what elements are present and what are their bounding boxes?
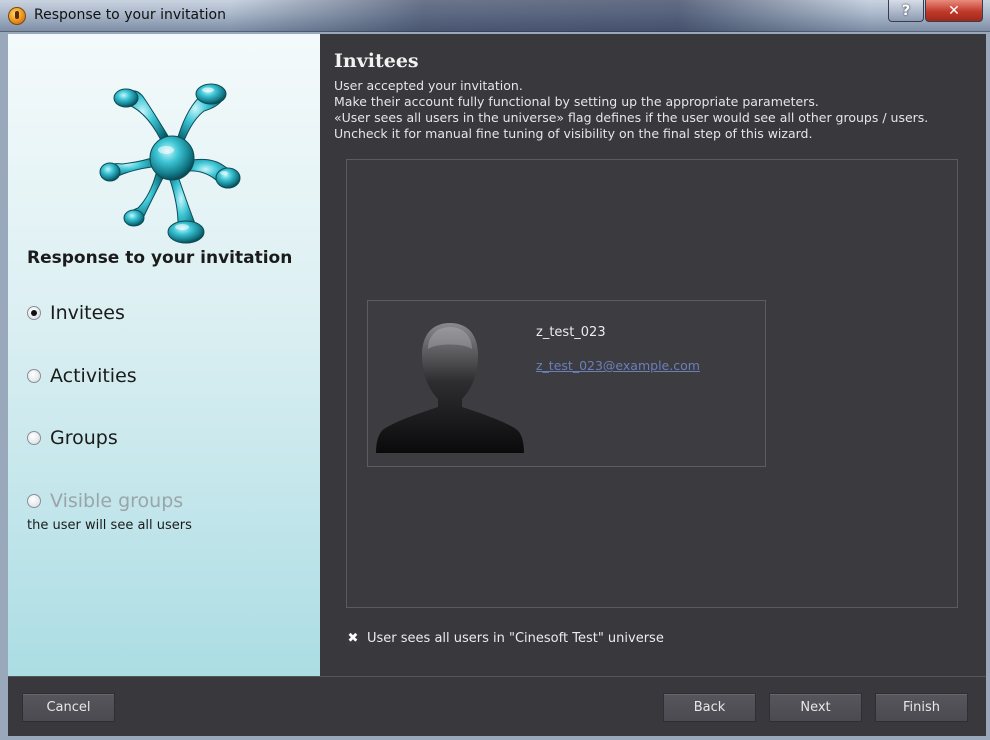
app-icon [8,7,26,25]
visible-groups-note: the user will see all users [27,518,192,533]
step-radio[interactable] [27,369,41,383]
finish-button[interactable]: Finish [875,693,968,722]
wizard-button-bar: Cancel Back Next Finish [8,676,986,736]
close-button[interactable]: ✕ [925,0,983,22]
wizard-title: Response to your invitation [27,248,293,268]
step-label: Activities [50,365,137,387]
user-card[interactable]: z_test_023 z_test_023@example.com [367,300,766,467]
page-title: Invitees [334,50,419,72]
description-line: Make their account fully functional by s… [334,94,819,109]
step-visible-groups: Visible groups [27,490,183,512]
step-label: Invitees [50,302,125,324]
step-label: Visible groups [50,490,184,512]
user-name: z_test_023 [536,325,606,340]
wizard-sidebar: Response to your invitation Invitees Act… [8,34,320,676]
molecule-logo-icon [99,83,241,244]
titlebar-background [230,0,870,32]
help-button[interactable]: ? [888,0,924,22]
user-avatar-icon [376,323,524,453]
invitees-list: z_test_023 z_test_023@example.com [346,159,958,608]
step-radio [27,494,41,508]
step-invitees[interactable]: Invitees [27,302,125,324]
sees-all-users-checkbox[interactable]: ✖ [346,631,360,646]
page-description: User accepted your invitation. Make thei… [334,78,974,142]
step-radio[interactable] [27,431,41,445]
step-activities[interactable]: Activities [27,365,137,387]
sees-all-users-option[interactable]: ✖ User sees all users in "Cinesoft Test"… [346,631,664,646]
back-button[interactable]: Back [663,693,756,722]
description-line: User accepted your invitation. [334,78,523,93]
window-titlebar: Response to your invitation ? ✕ [0,0,990,32]
step-radio-checked[interactable] [27,306,41,320]
description-line: «User sees all users in the universe» fl… [334,110,929,141]
step-label: Groups [50,427,118,449]
next-button[interactable]: Next [769,693,862,722]
user-email-link[interactable]: z_test_023@example.com [536,358,700,373]
cancel-button[interactable]: Cancel [22,693,115,722]
sees-all-users-label[interactable]: User sees all users in "Cinesoft Test" u… [367,631,664,646]
window-title: Response to your invitation [34,7,226,23]
step-groups[interactable]: Groups [27,427,118,449]
wizard-content: Invitees User accepted your invitation. … [320,34,986,676]
